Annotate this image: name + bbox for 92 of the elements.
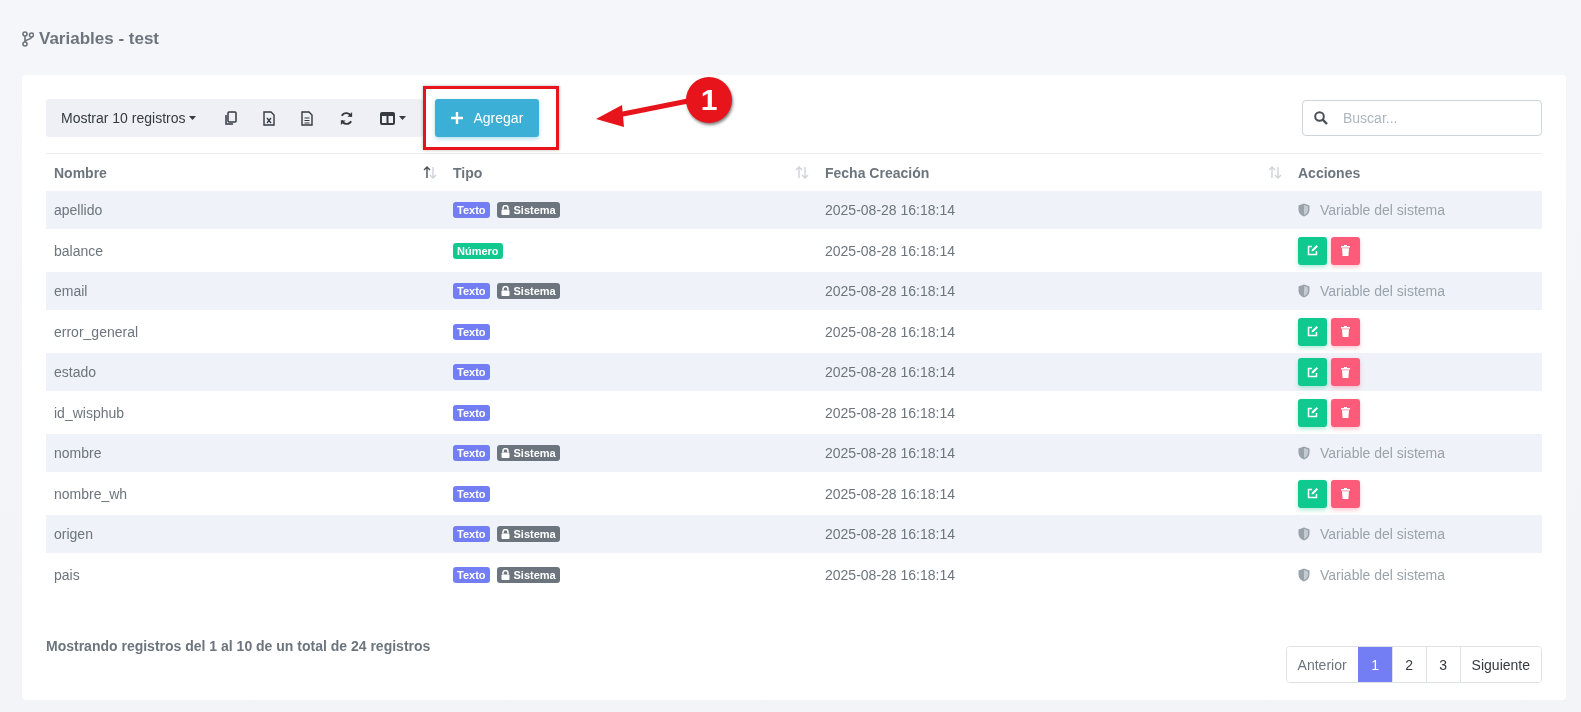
table-cell: pais [46,553,445,596]
delete-button[interactable] [1331,358,1360,386]
edit-icon [1307,488,1318,499]
type-tag: Texto [453,526,490,542]
table-cell: nombre [46,434,445,472]
table-cell: 2025-08-28 16:18:14 [817,515,1290,553]
table-cell: 2025-08-28 16:18:14 [817,191,1290,229]
shield-icon [1298,567,1310,582]
delete-button[interactable] [1331,398,1360,427]
type-tag: Número [453,242,503,259]
column-header[interactable]: Fecha Creación [817,153,1290,191]
lock-icon [500,529,510,539]
column-header[interactable]: Tipo [445,153,817,191]
column-header[interactable]: Acciones [1290,153,1542,191]
edit-icon [1307,245,1318,256]
system-variable-label: Variable del sistema [1320,566,1446,583]
table-cell: balance [46,229,445,272]
delete-button[interactable] [1331,479,1360,508]
trash-icon [1341,326,1350,337]
table-cell: error_general [46,310,445,353]
callout-number: 1 [686,77,732,123]
table-cell: 2025-08-28 16:18:14 [817,272,1290,310]
lock-icon [500,448,510,458]
trash-icon [1341,407,1350,418]
shield-icon [1298,446,1310,460]
delete-button[interactable] [1331,317,1360,346]
system-variable-label: Variable del sistema [1320,202,1446,218]
table-cell: 2025-08-28 16:18:14 [817,229,1290,272]
columns-icon [380,111,396,125]
search-icon [1314,111,1328,125]
table-cell: 2025-08-28 16:18:14 [817,553,1290,596]
trash-icon [1341,245,1350,256]
column-header[interactable]: Nombre [46,153,445,191]
type-tag: Sistema [496,445,560,461]
trash-icon [1341,366,1350,378]
type-tag: Sistema [496,566,560,583]
system-variable-label: Variable del sistema [1320,445,1446,461]
copy-icon [224,110,238,126]
length-menu-button[interactable]: Mostrar 10 registros [46,99,212,137]
edit-button[interactable] [1298,398,1327,427]
edit-icon [1307,407,1318,418]
document-icon [301,110,314,126]
type-tag: Sistema [496,283,560,299]
refresh-icon [339,110,355,126]
table-cell: 2025-08-28 16:18:14 [817,434,1290,472]
shield-icon [1298,284,1310,298]
edit-button[interactable] [1298,358,1327,386]
page-title: Variables - test [39,29,159,49]
table-cell: id_wisphub [46,391,445,434]
type-tag: Texto [453,202,490,218]
edit-icon [1307,326,1318,337]
type-tag: Texto [453,404,490,421]
table-cell: 2025-08-28 16:18:14 [817,391,1290,434]
type-tag: Sistema [496,202,560,218]
lock-icon [500,569,510,580]
table-info-text: Mostrando registros del 1 al 10 de un total de 24 registros [46,638,431,656]
type-tag: Texto [453,283,490,299]
type-tag: Texto [453,445,490,461]
page-button[interactable]: 1 [1357,647,1392,682]
table-cell: origen [46,515,445,553]
system-variable-label: Variable del sistema [1320,283,1446,299]
shield-icon [1298,203,1310,217]
add-button[interactable]: Agregar [435,99,540,137]
type-tag: Texto [453,485,490,502]
trash-icon [1341,488,1350,499]
search-field[interactable]: Buscar... [1302,100,1542,136]
edit-button[interactable] [1298,479,1327,508]
type-tag: Sistema [496,526,560,542]
type-tag: Texto [453,323,490,340]
edit-icon [1307,366,1318,378]
type-tag: Texto [453,566,490,583]
table-cell: 2025-08-28 16:18:14 [817,310,1290,353]
shield-icon [1298,527,1310,541]
table-cell: email [46,272,445,310]
lock-icon [500,286,510,296]
edit-button[interactable] [1298,317,1327,346]
caret-icon [189,116,197,120]
branch-icon [22,31,34,47]
edit-button[interactable] [1298,236,1327,265]
spreadsheet-file-icon [263,110,276,126]
system-variable-label: Variable del sistema [1320,526,1446,542]
table-cell: apellido [46,191,445,229]
lock-icon [500,205,510,215]
next-page-button[interactable]: Siguiente [1459,647,1541,682]
table-cell: 2025-08-28 16:18:14 [817,472,1290,515]
caret-icon [399,116,407,120]
table-cell: estado [46,353,445,391]
plus-icon [451,112,464,124]
type-tag: Texto [453,364,490,380]
delete-button[interactable] [1331,236,1360,265]
table-cell: 2025-08-28 16:18:14 [817,353,1290,391]
table-cell: nombre_wh [46,472,445,515]
